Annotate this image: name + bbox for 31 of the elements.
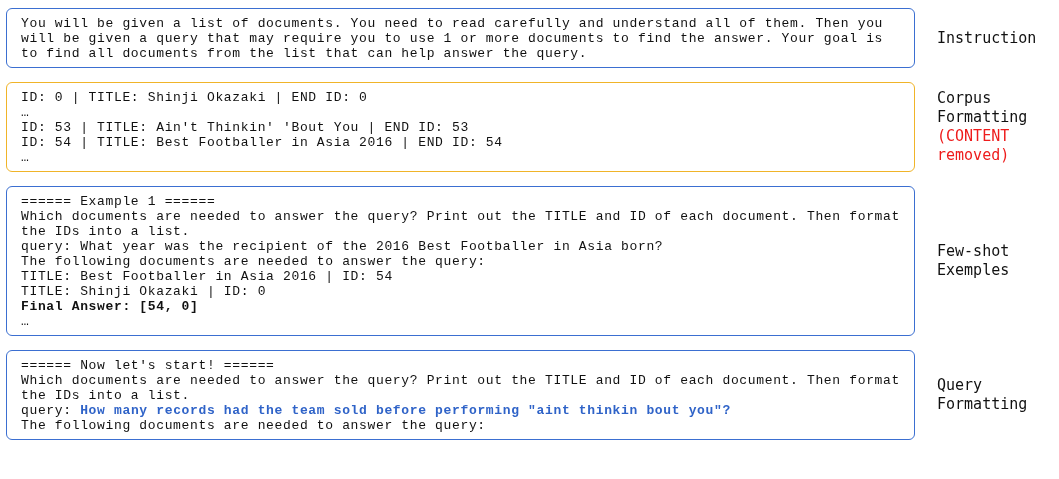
section-note: (CONTENT: [937, 127, 1011, 146]
prompt-line: ====== Now let's start! ======: [21, 358, 276, 373]
prompt-line: TITLE: Shinji Okazaki | ID: 0: [21, 284, 268, 299]
section-label: Instruction: [937, 28, 1037, 48]
prompt-line: TITLE: Best Footballer in Asia 2016 | ID: 54: [21, 269, 394, 284]
prompt-line: The following documents are needed to answer the query:: [21, 418, 487, 433]
prompt-line: the IDs into a list.: [21, 224, 192, 239]
prompt-line: to find all documents from the list that can help answer the query.: [21, 46, 589, 61]
prompt-line: You will be given a list of documents. You need to read carefully and understand all of them. Then you: [21, 16, 885, 31]
section-label: Exemples: [937, 261, 1010, 280]
prompt-line: ID: 54 | TITLE: Best Footballer in Asia 2016 | END ID: 54: [21, 135, 504, 150]
section-label: Formatting: [937, 108, 1028, 127]
prompt-line: will be given a query that may require you to use 1 or more documents to find the answer. Your goal is: [21, 31, 885, 46]
query-line: query: How many records had the team sold before performing "aint thinkin bout you"?: [21, 403, 732, 418]
prompt-line: query: What year was the recipient of the 2016 Best Footballer in Asia born?: [21, 239, 665, 254]
prompt-line: …: [21, 105, 31, 120]
prompt-line: Which documents are needed to answer the query? Print out the TITLE and ID of each document. Then format: [21, 373, 901, 388]
prompt-line: Which documents are needed to answer the query? Print out the TITLE and ID of each document. Then format: [21, 209, 901, 224]
section-label: Corpus: [937, 89, 993, 108]
prompt-line: Final Answer: [54, 0]: [21, 299, 200, 314]
prompt-line: …: [21, 150, 31, 165]
prompt-line: …: [21, 314, 31, 329]
prompt-line: the IDs into a list.: [21, 388, 192, 403]
prompt-line: The following documents are needed to answer the query:: [21, 254, 487, 269]
prompt-line: ID: 0 | TITLE: Shinji Okazaki | END ID: 0: [21, 90, 369, 105]
section-label: Query: [937, 376, 984, 395]
section-label: Formatting: [937, 395, 1028, 414]
prompt-line: ID: 53 | TITLE: Ain't Thinkin' 'Bout You | END ID: 53: [21, 120, 470, 135]
prompt-line: ====== Example 1 ======: [21, 194, 217, 209]
section-note: removed): [937, 146, 1011, 165]
section-label: Few-shot: [937, 242, 1010, 261]
